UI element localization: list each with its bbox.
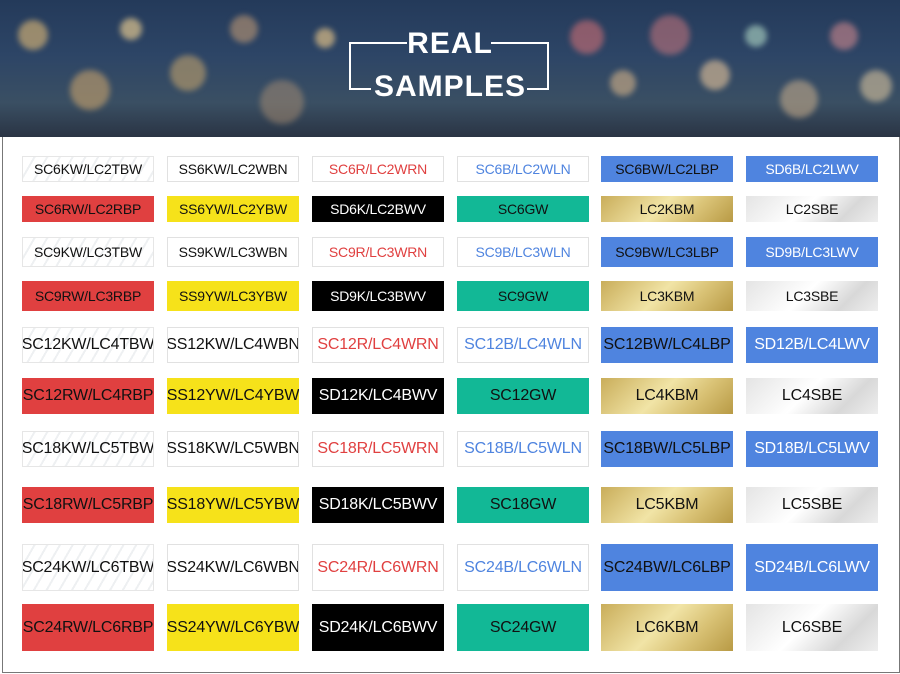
sample-label: SC24KW/LC6TBW [22, 544, 154, 591]
sample-label: SC18BW/LC5LBP [601, 431, 733, 467]
sample-label: LC6KBM [601, 604, 733, 651]
sample-label: SS6YW/LC2YBW [167, 196, 299, 222]
sample-label: SD18B/LC5LWV [746, 431, 878, 467]
sample-label: LC4SBE [746, 378, 878, 414]
sample-label: SC18R/LC5WRN [312, 431, 444, 467]
sample-label: LC3KBM [601, 281, 733, 311]
sample-label: SD9B/LC3LWV [746, 237, 878, 267]
sample-label: SC9RW/LC3RBP [22, 281, 154, 311]
sample-label: SC18B/LC5WLN [457, 431, 589, 467]
sample-label: SD18K/LC5BWV [312, 487, 444, 523]
sample-label: SC9GW [457, 281, 589, 311]
sample-label: SC6RW/LC2RBP [22, 196, 154, 222]
sample-label: SS12KW/LC4WBN [167, 327, 299, 363]
sample-label: LC2KBM [601, 196, 733, 222]
sample-label: SC6BW/LC2LBP [601, 156, 733, 182]
sample-label: SD24K/LC6BWV [312, 604, 444, 651]
sample-label: SC6R/LC2WRN [312, 156, 444, 182]
sample-label: SC24R/LC6WRN [312, 544, 444, 591]
sample-label: SD12K/LC4BWV [312, 378, 444, 414]
sample-label: SS9YW/LC3YBW [167, 281, 299, 311]
sample-label: SS9KW/LC3WBN [167, 237, 299, 267]
sample-label: LC4KBM [601, 378, 733, 414]
sample-label: SC6KW/LC2TBW [22, 156, 154, 182]
sample-label: SD12B/LC4LWV [746, 327, 878, 363]
sample-label: LC5KBM [601, 487, 733, 523]
sample-label: LC6SBE [746, 604, 878, 651]
sample-label: SC18KW/LC5TBW [22, 431, 154, 467]
sample-label: SS6KW/LC2WBN [167, 156, 299, 182]
sample-label: SC12RW/LC4RBP [22, 378, 154, 414]
sample-label: SD9K/LC3BWV [312, 281, 444, 311]
sample-label: SC24B/LC6WLN [457, 544, 589, 591]
header-banner: REAL SAMPLES [0, 0, 900, 137]
sample-label: LC5SBE [746, 487, 878, 523]
sample-label: SC12R/LC4WRN [312, 327, 444, 363]
sample-label: SC24BW/LC6LBP [601, 544, 733, 591]
sample-label: SC9KW/LC3TBW [22, 237, 154, 267]
sample-label: SC6GW [457, 196, 589, 222]
title-line-2: SAMPLES [373, 70, 527, 103]
sample-label: SC9R/LC3WRN [312, 237, 444, 267]
sample-label: SC9B/LC3WLN [457, 237, 589, 267]
sample-label: SS18KW/LC5WBN [167, 431, 299, 467]
sample-label: SS12YW/LC4YBW [167, 378, 299, 414]
sample-label: SC12KW/LC4TBW [22, 327, 154, 363]
sample-label: SC9BW/LC3LBP [601, 237, 733, 267]
sample-label: SS18YW/LC5YBW [167, 487, 299, 523]
sample-label: SD24B/LC6LWV [746, 544, 878, 591]
sample-label: SC24GW [457, 604, 589, 651]
sample-label: SS24KW/LC6WBN [167, 544, 299, 591]
sample-label: SC12BW/LC4LBP [601, 327, 733, 363]
sample-label: LC2SBE [746, 196, 878, 222]
sample-label: SD6K/LC2BWV [312, 196, 444, 222]
sample-label: SD6B/LC2LWV [746, 156, 878, 182]
sample-label: SC6B/LC2WLN [457, 156, 589, 182]
sample-label: LC3SBE [746, 281, 878, 311]
sample-label: SC12GW [457, 378, 589, 414]
sample-label: SC12B/LC4WLN [457, 327, 589, 363]
sample-label: SC18GW [457, 487, 589, 523]
sample-label: SC24RW/LC6RBP [22, 604, 154, 651]
sample-label: SC18RW/LC5RBP [22, 487, 154, 523]
title-line-1: REAL [407, 27, 493, 60]
sample-label: SS24YW/LC6YBW [167, 604, 299, 651]
